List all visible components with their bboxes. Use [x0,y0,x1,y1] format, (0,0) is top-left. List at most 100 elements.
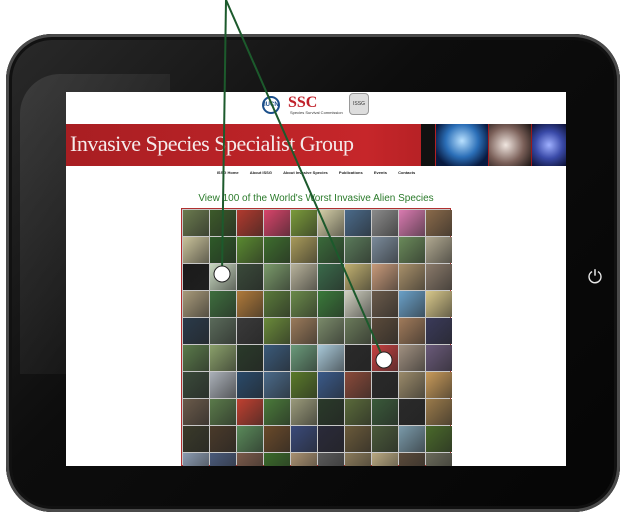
species-thumbnail[interactable] [291,453,317,466]
iucn-logo[interactable]: IUCN [262,96,280,114]
species-thumbnail[interactable] [183,318,209,344]
species-thumbnail[interactable] [345,264,371,290]
species-thumbnail[interactable] [372,210,398,236]
species-thumbnail[interactable] [237,453,263,466]
species-thumbnail[interactable] [183,210,209,236]
species-thumbnail[interactable] [399,399,425,425]
species-thumbnail[interactable] [264,210,290,236]
species-thumbnail[interactable] [264,318,290,344]
species-thumbnail[interactable] [399,210,425,236]
species-thumbnail[interactable] [183,345,209,371]
species-thumbnail[interactable] [291,345,317,371]
species-thumbnail[interactable] [291,210,317,236]
species-thumbnail[interactable] [210,291,236,317]
species-thumbnail[interactable] [264,372,290,398]
species-thumbnail[interactable] [237,345,263,371]
species-thumbnail[interactable] [183,453,209,466]
species-thumbnail[interactable] [318,372,344,398]
nav-contacts[interactable]: Contacts [398,170,415,175]
species-thumbnail[interactable] [210,453,236,466]
species-thumbnail[interactable] [237,264,263,290]
species-thumbnail[interactable] [345,237,371,263]
species-thumbnail[interactable] [318,453,344,466]
species-thumbnail[interactable] [237,426,263,452]
species-thumbnail[interactable] [237,237,263,263]
species-thumbnail[interactable] [210,372,236,398]
species-thumbnail[interactable] [183,426,209,452]
species-thumbnail[interactable] [372,372,398,398]
species-thumbnail[interactable] [399,453,425,466]
species-thumbnail[interactable] [426,426,452,452]
species-thumbnail[interactable] [318,318,344,344]
species-thumbnail[interactable] [183,237,209,263]
ssc-logo[interactable]: SSC Species Survival Commission [288,94,343,116]
species-thumbnail[interactable] [264,399,290,425]
species-thumbnail[interactable] [372,264,398,290]
species-thumbnail[interactable] [426,264,452,290]
species-thumbnail[interactable] [318,345,344,371]
species-thumbnail[interactable] [426,345,452,371]
species-thumbnail[interactable] [237,210,263,236]
species-thumbnail[interactable] [372,237,398,263]
species-thumbnail[interactable] [345,372,371,398]
species-thumbnail[interactable] [345,318,371,344]
species-thumbnail[interactable] [264,453,290,466]
species-thumbnail[interactable] [345,345,371,371]
species-thumbnail[interactable] [183,372,209,398]
nav-about-invasive-species[interactable]: About Invasive Species [283,170,328,175]
species-thumbnail[interactable] [426,318,452,344]
species-thumbnail[interactable] [264,291,290,317]
species-thumbnail[interactable] [264,264,290,290]
species-thumbnail[interactable] [318,237,344,263]
species-thumbnail[interactable] [291,264,317,290]
species-thumbnail[interactable] [426,399,452,425]
issg-logo[interactable]: ISSG [349,93,369,115]
species-thumbnail[interactable] [210,345,236,371]
species-thumbnail[interactable] [426,237,452,263]
species-thumbnail[interactable] [210,399,236,425]
species-thumbnail[interactable] [291,372,317,398]
species-thumbnail[interactable] [345,399,371,425]
species-thumbnail[interactable] [399,264,425,290]
nav-issg-home[interactable]: ISSG Home [217,170,239,175]
species-thumbnail[interactable] [291,237,317,263]
species-thumbnail[interactable] [210,264,236,290]
species-thumbnail[interactable] [318,264,344,290]
species-thumbnail[interactable] [345,291,371,317]
species-thumbnail[interactable] [345,210,371,236]
species-thumbnail[interactable] [264,426,290,452]
species-thumbnail[interactable] [399,426,425,452]
species-thumbnail[interactable] [426,372,452,398]
species-thumbnail[interactable] [318,399,344,425]
power-icon[interactable]: ⏻ [585,267,605,287]
species-thumbnail[interactable] [399,372,425,398]
species-thumbnail[interactable] [183,399,209,425]
species-thumbnail[interactable] [399,318,425,344]
species-thumbnail[interactable] [399,345,425,371]
species-thumbnail[interactable] [291,399,317,425]
species-thumbnail[interactable] [372,453,398,466]
species-thumbnail[interactable] [372,345,398,371]
species-thumbnail[interactable] [318,210,344,236]
species-thumbnail[interactable] [210,210,236,236]
species-thumbnail[interactable] [318,426,344,452]
species-thumbnail[interactable] [237,318,263,344]
species-thumbnail[interactable] [399,291,425,317]
species-thumbnail[interactable] [426,291,452,317]
species-thumbnail[interactable] [372,399,398,425]
species-thumbnail[interactable] [237,399,263,425]
species-thumbnail[interactable] [372,426,398,452]
species-thumbnail[interactable] [291,426,317,452]
species-thumbnail[interactable] [264,237,290,263]
species-thumbnail[interactable] [426,210,452,236]
species-thumbnail[interactable] [372,291,398,317]
species-thumbnail[interactable] [183,291,209,317]
nav-about-issg[interactable]: About ISSG [250,170,272,175]
species-thumbnail[interactable] [318,291,344,317]
nav-events[interactable]: Events [374,170,387,175]
species-thumbnail[interactable] [210,426,236,452]
species-thumbnail[interactable] [264,345,290,371]
species-thumbnail[interactable] [183,264,209,290]
species-thumbnail[interactable] [399,237,425,263]
species-thumbnail[interactable] [237,291,263,317]
